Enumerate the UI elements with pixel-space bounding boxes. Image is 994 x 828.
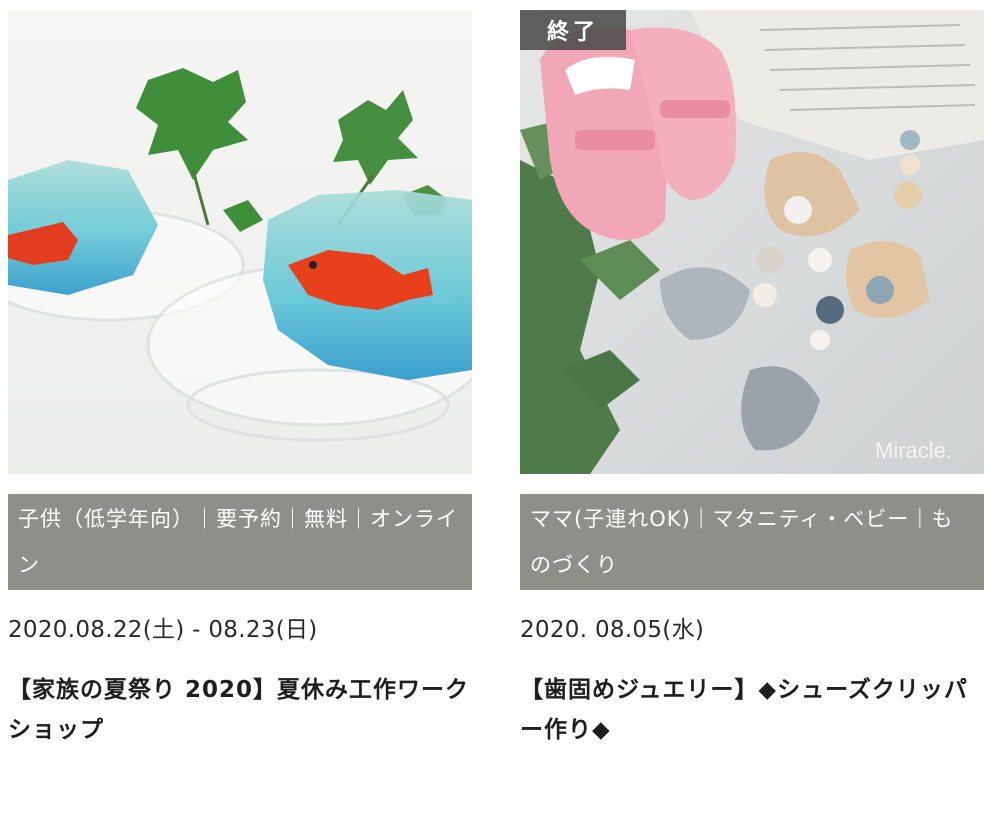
event-card[interactable]: 子供（低学年向）｜要予約｜無料｜オンライン 2020.08.22(土) - 08… — [8, 10, 472, 750]
watermark-text: Miracle. — [875, 438, 952, 463]
event-title[interactable]: 【歯固めジュエリー】◆シューズクリッパー作り◆ — [520, 670, 984, 750]
baby-shoes-clipper-image: Miracle. — [520, 10, 984, 474]
event-date: 2020.08.22(土) - 08.23(日) — [8, 617, 318, 643]
event-title[interactable]: 【家族の夏祭り 2020】夏休み工作ワークショップ — [8, 670, 472, 750]
event-thumbnail[interactable]: Miracle. 終了 — [520, 10, 984, 474]
event-card[interactable]: Miracle. 終了 ママ(子連れOK)｜マタニティ・ベビー｜ものづくり 20… — [520, 10, 984, 750]
event-date: 2020. 08.05(水) — [520, 617, 705, 643]
goldfish-jelly-image — [8, 10, 472, 474]
category-tags: 子供（低学年向）｜要予約｜無料｜オンライン — [8, 494, 472, 590]
event-thumbnail[interactable] — [8, 10, 472, 474]
event-card-grid: 子供（低学年向）｜要予約｜無料｜オンライン 2020.08.22(土) - 08… — [0, 0, 994, 828]
ended-badge: 終了 — [520, 10, 626, 50]
category-tags: ママ(子連れOK)｜マタニティ・ベビー｜ものづくり — [520, 494, 984, 590]
